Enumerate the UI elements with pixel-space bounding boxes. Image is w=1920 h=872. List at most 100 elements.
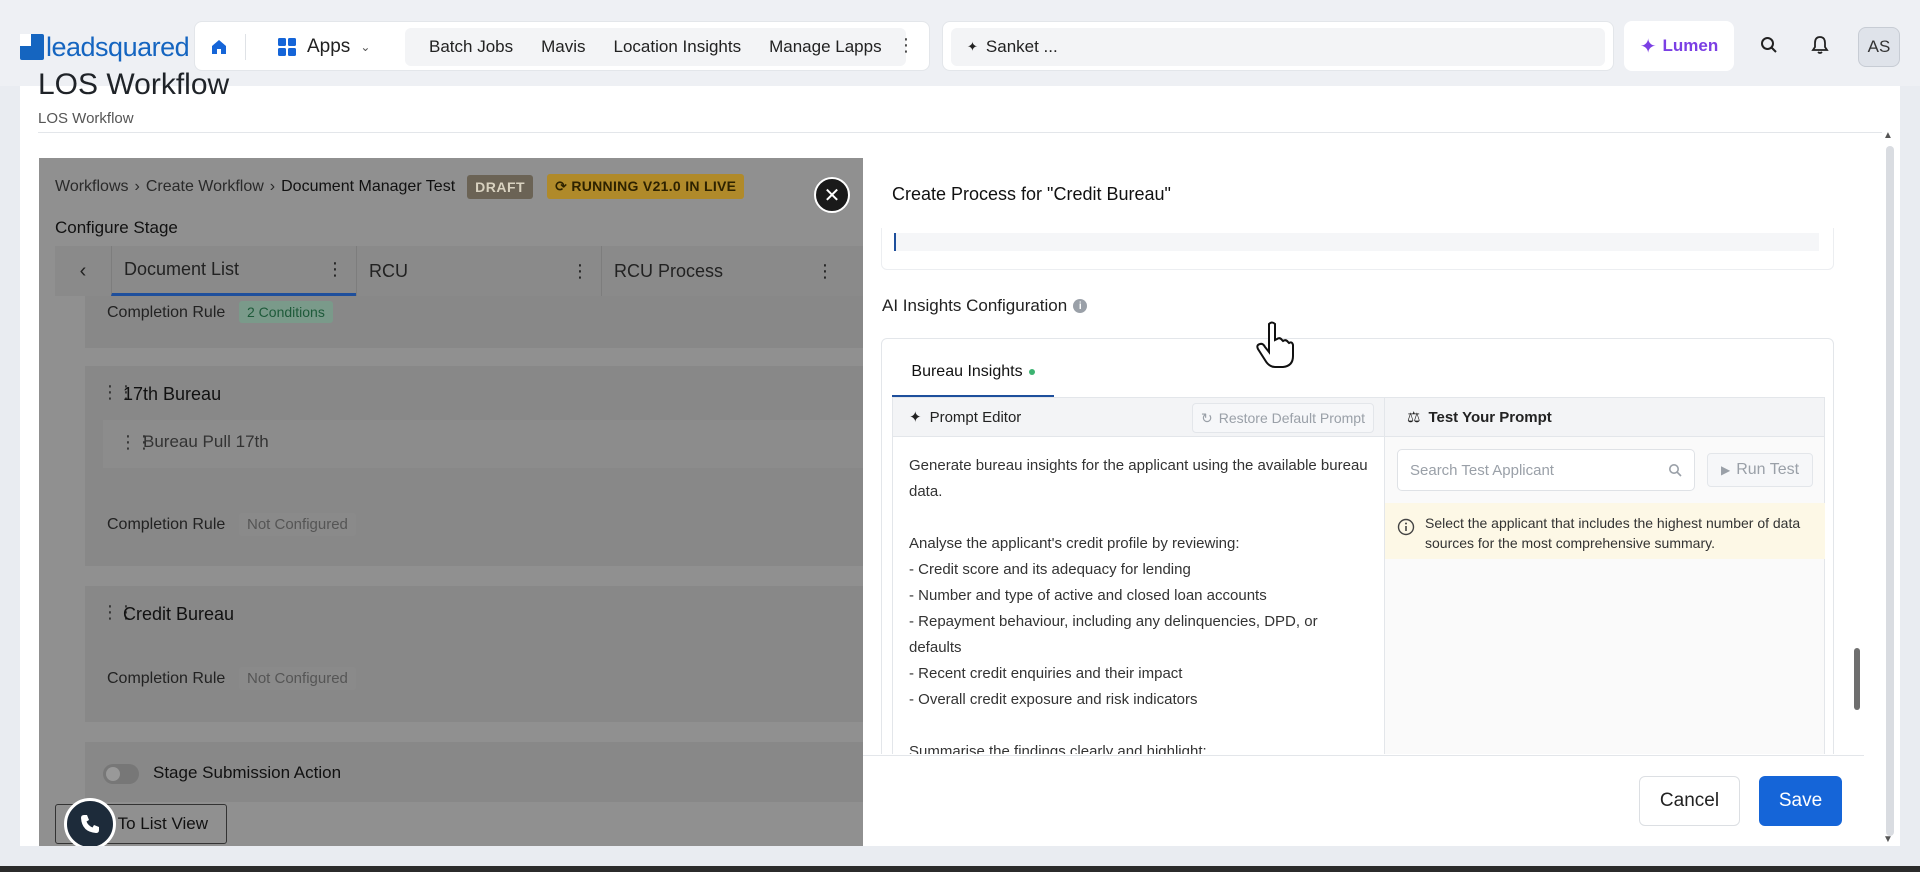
scroll-up-icon[interactable]: ▲ [1883,130,1893,141]
workflow-pane: Workflows › Create Workflow › Document M… [39,158,863,846]
tab-label: Document List [124,259,240,279]
completion-rule-label: Completion Rule [107,516,226,533]
status-dot [1028,369,1035,375]
lumen-button[interactable]: ✦ Lumen [1624,21,1734,71]
run-test-button[interactable]: ▶ Run Test [1707,453,1813,487]
chevron-down-icon: ⌄ [360,40,371,54]
previous-section-card [881,228,1834,270]
nav-link-mavis[interactable]: Mavis [527,37,599,57]
user-switch-icon: ✦ [967,39,978,54]
tab-label: Bureau Insights [911,363,1023,380]
conditions-chip[interactable]: 2 Conditions [239,301,333,323]
close-icon: ✕ [823,184,841,207]
tab-document-list[interactable]: Document List ⋮ [111,246,356,296]
more-options-icon[interactable]: ⋮ [897,35,915,56]
stage-submission-label: Stage Submission Action [153,763,342,782]
breadcrumb: Workflows › Create Workflow › Document M… [55,174,745,199]
breadcrumb-workflows[interactable]: Workflows [55,178,129,196]
page-scrollbar[interactable]: ▲ ▼ [1882,130,1896,846]
breadcrumb-create-workflow[interactable]: Create Workflow [146,178,264,196]
apps-grid-icon [278,38,296,56]
search-placeholder: Search Test Applicant [1410,461,1554,479]
nav-link-location-insights[interactable]: Location Insights [600,37,756,57]
breadcrumb-chevron-icon: › [134,177,140,195]
global-search[interactable]: ✦ Sanket ... [942,21,1614,71]
tab-rcu[interactable]: RCU ⋮ [356,246,601,296]
info-icon[interactable]: i [1073,299,1088,313]
flask-icon: ⚖ [1407,409,1421,426]
kebab-icon[interactable]: ⋮ [326,259,344,280]
scroll-down-icon[interactable]: ▼ [1883,834,1893,845]
modal-scrollbar-thumb[interactable] [1854,648,1860,710]
completion-rule-row: Completion Rule 2 Conditions [85,296,863,348]
apps-menu-button[interactable]: Apps ⌄ [277,34,370,60]
section-17th-bureau: ⋮⋮ 17th Bureau ⋮⋮ Bureau Pull 17th Compl… [85,366,863,566]
nav-link-batch-jobs[interactable]: Batch Jobs [415,37,527,57]
running-badge: ⟳ RUNNING V21.0 IN LIVE [547,174,745,199]
refresh-icon: ↻ [1200,409,1213,426]
hand-cursor-icon [1256,321,1294,368]
page-title: LOS Workflow [38,68,230,101]
leadsquared-logo[interactable]: leadsquared [20,31,190,62]
apps-label: Apps [307,36,351,57]
modal-title: Create Process for "Credit Bureau" [892,184,1171,204]
nav-links: Batch Jobs Mavis Location Insights Manag… [405,28,906,66]
breadcrumb-chevron-icon: › [269,177,276,195]
kebab-icon[interactable]: ⋮ [816,261,834,282]
modal-body: AI Insights Configuration i Bureau Insig… [863,228,1864,754]
completion-rule-label: Completion Rule [107,304,226,321]
not-configured-chip[interactable]: Not Configured [239,513,356,536]
running-badge-text: RUNNING V21.0 IN LIVE [571,178,737,194]
create-process-modal: Create Process for "Credit Bureau" AI In… [863,158,1864,846]
play-icon: ▶ [1720,463,1731,477]
test-prompt-header: ⚖ Test Your Prompt [1385,397,1825,437]
bureau-pull-item[interactable]: ⋮⋮ Bureau Pull 17th [103,420,863,468]
prompt-editor-header: ✦ Prompt Editor ↻ Restore Default Prompt [892,397,1385,437]
test-prompt-label: Test Your Prompt [1428,408,1552,426]
restore-default-prompt-button[interactable]: ↻ Restore Default Prompt [1191,403,1374,433]
search-icon [1669,464,1682,477]
notifications-button[interactable] [1805,30,1835,60]
bottom-edge [0,866,1920,872]
not-configured-chip[interactable]: Not Configured [239,667,356,690]
user-avatar[interactable]: AS [1858,27,1900,67]
tab-rcu-process[interactable]: RCU Process ⋮ [601,246,846,296]
completion-rule-label: Completion Rule [107,670,226,687]
page-scrollbar-thumb[interactable] [1886,146,1894,836]
test-prompt-panel: Search Test Applicant ▶ Run Test Select … [1385,437,1825,754]
prompt-editor-textarea[interactable]: Generate bureau insights for the applica… [892,437,1385,754]
page-divider [38,132,1882,133]
search-icon [1761,37,1777,53]
phone-button[interactable] [64,798,116,846]
global-search-field[interactable]: ✦ Sanket ... [951,28,1605,66]
stage-tabs: ‹ Document List ⋮ RCU ⋮ RCU Process ⋮ [55,246,863,296]
stage-submission-toggle[interactable] [103,764,139,784]
sync-icon: ⟳ [555,178,568,194]
close-modal-button[interactable]: ✕ [814,177,850,213]
tab-label: RCU [369,260,408,281]
ai-insights-card: Bureau Insights ✦ Prompt Editor ↻ Restor… [881,338,1834,754]
search-test-applicant-input[interactable]: Search Test Applicant [1397,449,1695,491]
kebab-icon[interactable]: ⋮ [571,261,589,282]
previous-field[interactable] [894,233,1819,251]
ai-insights-title-text: AI Insights Configuration [882,296,1068,315]
logo-text: leadsquared [46,31,190,62]
nav-link-manage-lapps[interactable]: Manage Lapps [755,37,895,57]
run-test-label: Run Test [1736,461,1800,478]
bureau-pull-label: Bureau Pull 17th [143,432,269,451]
prompt-editor-label: Prompt Editor [929,408,1022,426]
tab-bureau-insights[interactable]: Bureau Insights [892,349,1054,397]
save-button[interactable]: Save [1759,776,1842,826]
chevron-left-icon[interactable]: ‹ [55,246,111,296]
modal-footer-divider [863,755,1864,756]
section-credit-bureau: ⋮⋮ Credit Bureau Completion Rule Not Con… [85,586,863,722]
nav-separator [245,34,246,60]
restore-label: Restore Default Prompt [1218,410,1365,426]
draft-badge: DRAFT [467,174,534,199]
ai-insights-title: AI Insights Configuration i [882,296,1088,316]
home-button[interactable] [205,33,233,61]
search-button[interactable] [1754,30,1784,60]
logo-mark-icon [20,34,44,60]
cancel-button[interactable]: Cancel [1639,776,1740,826]
sparkle-icon: ✦ [909,409,922,426]
